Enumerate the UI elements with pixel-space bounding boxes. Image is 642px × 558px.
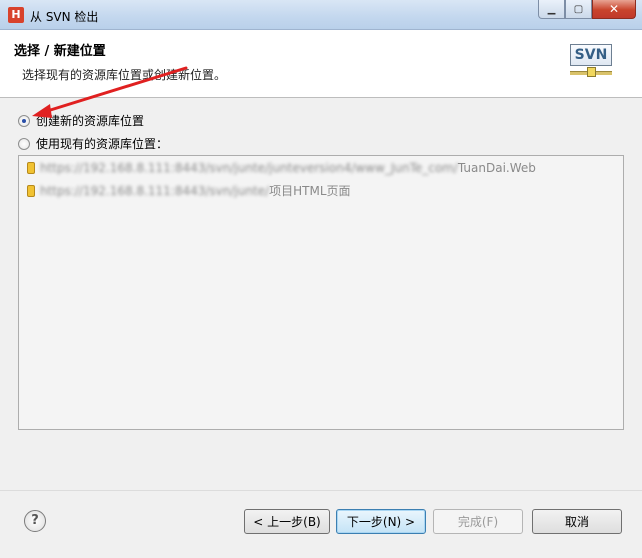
help-icon[interactable]: ? [24, 510, 46, 532]
next-button[interactable]: 下一步(N) > [336, 509, 426, 534]
repository-url-prefix: https://192.168.8.111:8443/svn/junte/jun… [40, 161, 458, 175]
repository-url-suffix: TuanDai.Web [457, 161, 536, 175]
window-title-bar: H 从 SVN 检出 ▁ ▢ ✕ [0, 0, 642, 30]
repository-icon [27, 162, 35, 174]
repository-item[interactable]: https://192.168.8.111:8443/svn/junte/项目H… [27, 182, 351, 199]
back-button[interactable]: < 上一步(B) [244, 509, 330, 534]
svn-logo-icon: SVN [570, 44, 612, 80]
page-description: 选择现有的资源库位置或创建新位置。 [22, 68, 227, 82]
repository-list[interactable]: https://192.168.8.111:8443/svn/junte/jun… [18, 155, 624, 430]
app-logo-icon: H [8, 7, 24, 23]
footer-divider [0, 490, 642, 491]
repository-item[interactable]: https://192.168.8.111:8443/svn/junte/jun… [27, 161, 536, 175]
option-create-new[interactable]: 创建新的资源库位置 [18, 112, 144, 129]
svn-logo-text: SVN [570, 44, 612, 66]
minimize-button[interactable]: ▁ [538, 0, 565, 19]
create-new-label: 创建新的资源库位置 [36, 114, 145, 128]
repository-icon [27, 184, 35, 197]
close-button[interactable]: ✕ [592, 0, 636, 19]
maximize-button[interactable]: ▢ [565, 0, 592, 19]
option-use-existing[interactable]: 使用现有的资源库位置： [18, 135, 168, 152]
finish-button: 完成(F) [433, 509, 523, 534]
use-existing-label: 使用现有的资源库位置： [36, 137, 169, 151]
cancel-button[interactable]: 取消 [532, 509, 622, 534]
wizard-header: 选择 / 新建位置 选择现有的资源库位置或创建新位置。 SVN [0, 30, 642, 98]
repository-url-prefix: https://192.168.8.111:8443/svn/junte/ [40, 183, 270, 198]
create-new-radio[interactable] [18, 114, 30, 127]
repository-url-suffix: 项目HTML页面 [269, 184, 351, 198]
window-controls: ▁ ▢ ✕ [538, 0, 636, 20]
use-existing-radio[interactable] [18, 137, 30, 150]
window-title: 从 SVN 检出 [30, 10, 99, 24]
page-title: 选择 / 新建位置 [14, 44, 106, 59]
